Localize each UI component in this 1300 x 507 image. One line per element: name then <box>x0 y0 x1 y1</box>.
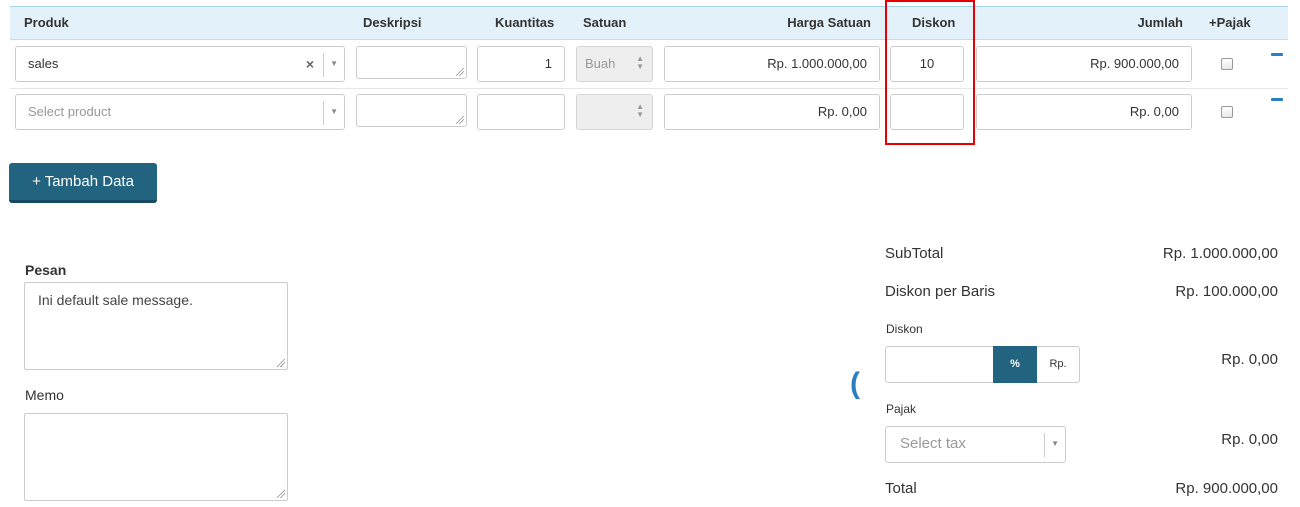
unit-price-field[interactable]: Rp. 0,00 <box>664 94 880 130</box>
resize-handle-icon[interactable] <box>277 490 285 498</box>
tax-checkbox[interactable] <box>1221 106 1233 118</box>
line-discount-value: Rp. 100.000,00 <box>1175 283 1278 300</box>
select-divider <box>323 53 324 77</box>
tax-checkbox[interactable] <box>1221 58 1233 70</box>
total-value: Rp. 900.000,00 <box>1175 480 1278 497</box>
chevron-down-icon[interactable]: ▼ <box>330 47 338 81</box>
discount-rupiah-toggle[interactable]: Rp. <box>1037 346 1080 383</box>
refresh-icon[interactable]: ( <box>850 366 864 402</box>
quantity-field[interactable]: 1 <box>477 46 565 82</box>
tax-select-placeholder: Select tax <box>900 435 966 452</box>
resize-handle-icon[interactable] <box>456 116 464 124</box>
chevron-down-icon[interactable]: ▼ <box>330 95 338 129</box>
header-satuan: Satuan <box>583 15 627 30</box>
line-discount-label: Diskon per Baris <box>885 283 996 300</box>
table-header <box>10 6 1288 40</box>
discount-column-highlight <box>885 0 975 145</box>
header-jumlah: Jumlah <box>1137 15 1183 30</box>
header-pajak: +Pajak <box>1209 15 1251 30</box>
memo-field[interactable] <box>24 413 288 501</box>
discount-label: Diskon <box>886 322 923 336</box>
message-label: Pesan <box>25 262 67 278</box>
tax-select[interactable]: Select tax ▼ <box>885 426 1066 463</box>
chevron-down-icon[interactable]: ▼ <box>1051 427 1059 461</box>
description-field[interactable] <box>356 46 467 79</box>
tax-value: Rp. 0,00 <box>1221 431 1278 448</box>
product-select[interactable]: Select product ▼ <box>15 94 345 130</box>
spinner-icon: ▲ ▼ <box>636 54 644 71</box>
unit-select: ▲ ▼ <box>576 94 653 130</box>
product-select[interactable]: sales × ▼ <box>15 46 345 82</box>
discount-value: Rp. 0,00 <box>1221 351 1278 368</box>
unit-value: Buah <box>585 56 616 71</box>
discount-input[interactable] <box>885 346 994 383</box>
add-row-button[interactable]: + Tambah Data <box>9 163 157 203</box>
unit-price-field[interactable]: Rp. 1.000.000,00 <box>664 46 880 82</box>
product-select-value: sales <box>28 56 59 71</box>
row-divider <box>10 88 1288 89</box>
clear-icon[interactable]: × <box>306 47 314 81</box>
header-kuantitas: Kuantitas <box>495 15 555 30</box>
subtotal-label: SubTotal <box>885 245 944 262</box>
unit-select: Buah ▲ ▼ <box>576 46 653 82</box>
amount-field: Rp. 900.000,00 <box>976 46 1192 82</box>
select-divider <box>1044 433 1045 457</box>
description-field[interactable] <box>356 94 467 127</box>
product-select-placeholder: Select product <box>28 104 112 119</box>
message-field[interactable]: Ini default sale message. <box>24 282 288 370</box>
amount-field: Rp. 0,00 <box>976 94 1192 130</box>
discount-percent-toggle[interactable]: % <box>993 346 1037 383</box>
resize-handle-icon[interactable] <box>277 359 285 367</box>
select-divider <box>323 101 324 125</box>
memo-label: Memo <box>25 387 64 403</box>
remove-row-icon[interactable] <box>1271 98 1283 101</box>
header-deskripsi: Deskripsi <box>363 15 422 30</box>
message-value: Ini default sale message. <box>38 292 193 308</box>
remove-row-icon[interactable] <box>1271 53 1283 56</box>
quantity-field[interactable] <box>477 94 565 130</box>
spinner-icon: ▲ ▼ <box>636 102 644 119</box>
total-label: Total <box>885 480 917 497</box>
resize-handle-icon[interactable] <box>456 68 464 76</box>
subtotal-value: Rp. 1.000.000,00 <box>1162 245 1278 262</box>
header-harga-satuan: Harga Satuan <box>787 15 871 30</box>
header-produk: Produk <box>24 15 69 30</box>
tax-label: Pajak <box>886 402 917 416</box>
